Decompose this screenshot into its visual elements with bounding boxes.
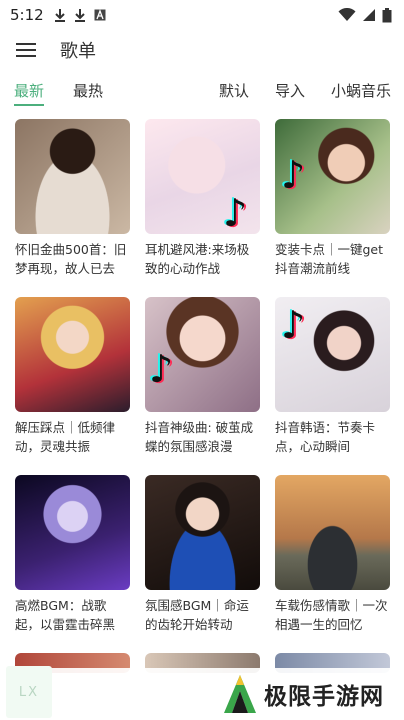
app-bar: 歌单 — [0, 30, 404, 70]
tab-hot[interactable]: 最热 — [73, 80, 103, 101]
playlist-cover — [15, 475, 130, 590]
playlist-name: 解压踩点｜低频律动，灵魂共振 — [15, 420, 116, 454]
playlist-name: 高燃BGM：战歌起，以雷霆击碎黑暗! — [15, 598, 116, 632]
playlist-card[interactable]: ♪ 抖音韩语：节奏卡点，心动瞬间 — [275, 297, 390, 456]
playlist-name: 怀旧金曲500首：旧梦再现，故人已去 — [15, 242, 127, 276]
playlist-card[interactable]: 解压踩点｜低频律动，灵魂共振 — [15, 297, 130, 456]
tab-active-indicator — [14, 104, 44, 106]
playlist-cover: ♪ — [275, 297, 390, 412]
playlist-card[interactable]: 怀旧金曲500首：旧梦再现，故人已去 — [15, 119, 130, 278]
playlist-cover: ♪ — [145, 119, 260, 234]
playlist-name: 车载伤感情歌｜一次相遇一生的回忆 — [275, 598, 388, 632]
playlist-card[interactable]: 氛围感BGM｜命运的齿轮开始转动 — [145, 475, 260, 634]
tab-latest[interactable]: 最新 — [14, 80, 44, 101]
import-button[interactable]: 导入 — [275, 80, 305, 101]
playlist-cover — [145, 475, 260, 590]
status-bar: 5:12 — [0, 0, 404, 30]
playlist-card[interactable]: ♪ 抖音神级曲: 破茧成蝶的氛围感浪漫 — [145, 297, 260, 456]
playlist-name: 抖音韩语：节奏卡点，心动瞬间 — [275, 420, 376, 454]
playlist-name: 氛围感BGM｜命运的齿轮开始转动 — [145, 598, 249, 632]
wifi-icon — [338, 8, 356, 21]
tiktok-logo-icon: ♪ — [281, 303, 306, 347]
battery-icon — [382, 7, 392, 22]
menu-icon[interactable] — [16, 42, 38, 58]
download-icon — [74, 9, 85, 22]
playlist-card[interactable]: 高燃BGM：战歌起，以雷霆击碎黑暗! — [15, 475, 130, 634]
tiktok-logo-icon: ♪ — [149, 347, 174, 391]
playlist-cover — [275, 475, 390, 590]
playlist-cover: ♪ — [275, 119, 390, 234]
watermark-text: 极限手游网 — [264, 684, 384, 710]
playlist-name: 抖音神级曲: 破茧成蝶的氛围感浪漫 — [145, 420, 254, 454]
playlist-card[interactable]: 车载伤感情歌｜一次相遇一生的回忆 — [275, 475, 390, 634]
playlist-card[interactable]: ♪ 变装卡点｜一键get抖音潮流前线 — [275, 119, 390, 278]
tiktok-logo-icon: ♪ — [223, 191, 248, 234]
cell-signal-icon — [363, 9, 375, 21]
playlist-cover — [15, 297, 130, 412]
download-icon — [54, 9, 65, 22]
lx-floating-button[interactable]: LX — [6, 666, 52, 718]
playlist-name: 耳机避风港:来场极致的心动作战 — [145, 242, 250, 276]
source-select[interactable]: 小蜗音乐 — [331, 80, 391, 101]
status-time: 5:12 — [10, 6, 44, 24]
tiktok-logo-icon: ♪ — [281, 153, 306, 197]
a-letter-icon — [94, 9, 106, 21]
playlist-cover: ♪ — [145, 297, 260, 412]
tab-bar: 最新 最热 默认 导入 小蜗音乐 — [0, 74, 404, 108]
page-title: 歌单 — [60, 41, 96, 62]
playlist-name: 变装卡点｜一键get抖音潮流前线 — [275, 242, 384, 276]
playlist-cover — [15, 119, 130, 234]
playlist-card[interactable]: ♪ 耳机避风港:来场极致的心动作战 — [145, 119, 260, 278]
watermark: 极限手游网 — [0, 668, 404, 720]
watermark-logo-icon — [224, 675, 256, 713]
sort-default-button[interactable]: 默认 — [219, 80, 249, 101]
